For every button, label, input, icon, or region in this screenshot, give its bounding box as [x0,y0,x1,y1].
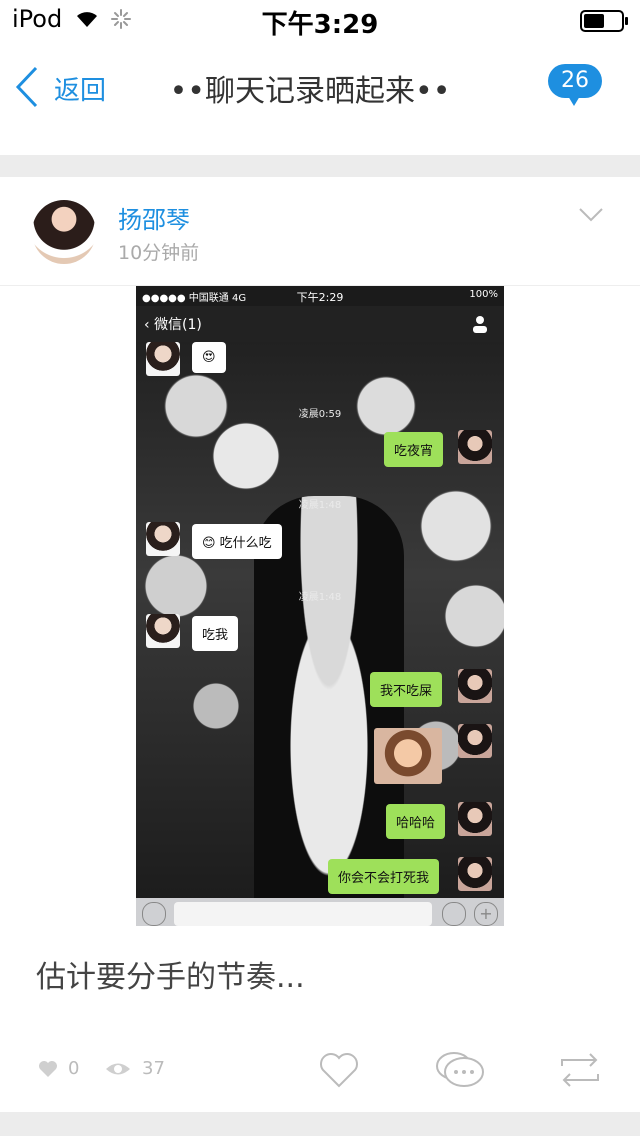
image-battery: 100% [469,289,498,300]
image-back-label: ‹ 微信(1) [144,317,202,333]
chat-avatar [458,669,492,703]
chat-avatar [458,857,492,891]
section-divider [0,1112,640,1136]
comment-button[interactable] [434,1050,486,1090]
chat-avatar [458,430,492,464]
image-time: 下午2:29 [296,291,344,304]
chat-timestamp: 凌晨1:48 [298,500,342,511]
section-divider [0,155,640,177]
likes-count: 0 [68,1058,80,1079]
voice-icon [142,902,166,926]
chat-timestamp: 凌晨1:48 [298,592,342,603]
chat-bubble: 吃夜宵 [384,432,444,467]
chat-avatar [458,724,492,758]
post-caption: 估计要分手的节奏... [36,960,305,995]
chat-avatar [146,614,180,648]
chat-bubble: 我不吃屎 [370,672,443,707]
chat-bubble: 哈哈哈 [386,804,446,839]
views-count: 37 [142,1058,165,1079]
chat-sticker [374,728,442,784]
battery-icon [580,10,628,32]
heart-icon [39,1061,57,1077]
post-time: 10分钟前 [118,242,200,264]
image-input-field [174,902,432,926]
page-title: ••聊天记录晒起来•• [169,74,451,109]
chat-bubble: 你会不会打死我 [328,859,440,894]
badge-tail [568,96,580,106]
status-bar: iPod 下午3:29 [0,0,640,40]
post-image[interactable]: ●●●●● 中国联通 4G 下午2:29 100% ‹ 微信(1) 😍 凌晨0:… [136,286,504,926]
repost-icon[interactable] [556,1052,604,1088]
plus-icon: + [474,902,498,926]
chat-avatar [146,342,180,376]
emoji-icon [442,902,466,926]
chat-timestamp: 凌晨0:59 [298,409,342,420]
eye-icon [106,1063,130,1075]
image-nav-bar: ‹ 微信(1) [136,306,504,342]
like-button[interactable] [318,1050,360,1090]
author-avatar[interactable] [32,200,96,264]
chat-avatar [146,522,180,556]
image-status-bar: ●●●●● 中国联通 4G 下午2:29 100% [136,286,504,306]
message-count-badge[interactable]: 26 [548,64,602,98]
contact-icon [473,316,487,333]
chat-avatar [458,802,492,836]
chevron-down-icon[interactable] [576,200,606,230]
status-time: 下午3:29 [261,10,379,40]
chevron-left-icon [15,66,38,108]
back-label[interactable]: 返回 [54,70,106,107]
chat-bubble: 😊 吃什么吃 [192,524,282,559]
author-name[interactable]: 扬邵琴 [118,200,190,235]
chat-bubble: 吃我 [192,616,239,651]
chat-bubble: 😍 [192,342,226,373]
